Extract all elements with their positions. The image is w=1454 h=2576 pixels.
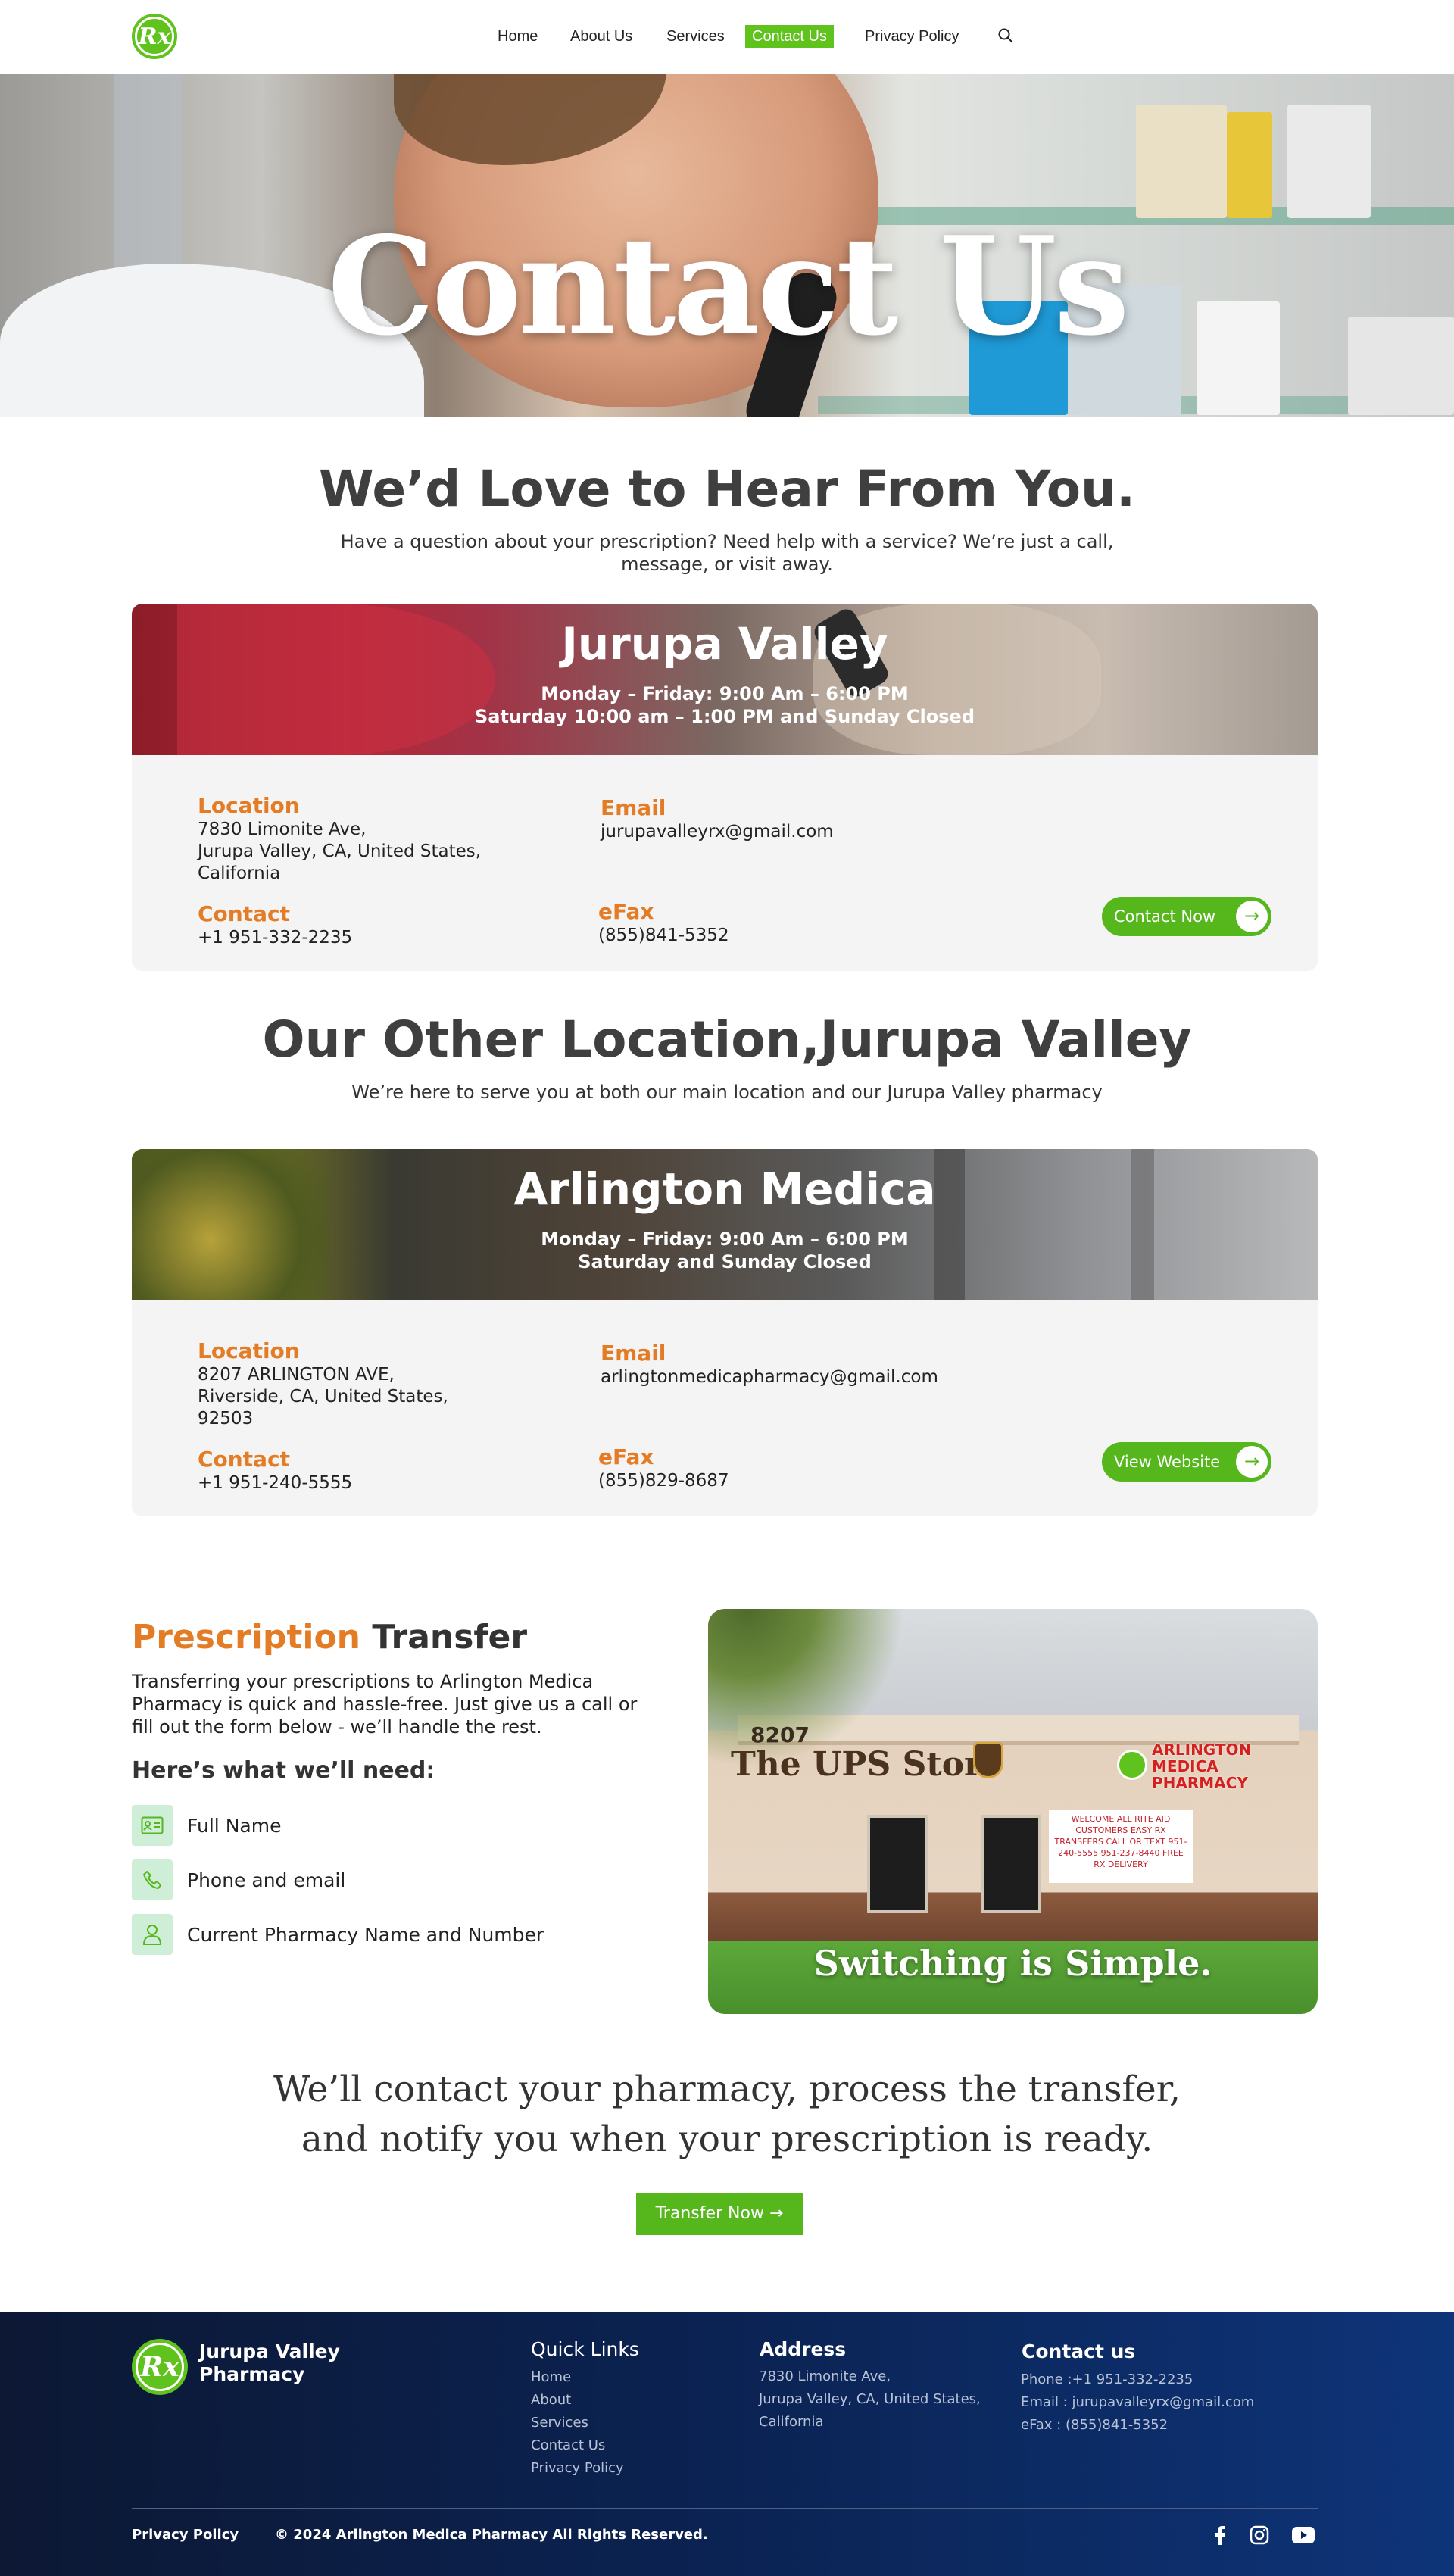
need-item: Full Name [187,1815,282,1837]
efax-value: (855)829-8687 [598,1471,729,1491]
location-hours-weekday: Monday – Friday: 9:00 Am – 6:00 PM [541,683,909,704]
hero-banner: Contact Us [0,74,1454,417]
arrow-right-icon: → [1236,901,1268,932]
location-name: Arlington Medica [513,1163,936,1215]
efax-label: eFax [598,1444,654,1469]
email-label: Email [601,1341,666,1366]
contact-now-button[interactable]: Contact Now → [1102,897,1271,936]
arrow-right-icon: → [1236,1446,1268,1478]
user-icon [132,1914,173,1955]
location-card-arlington-medica: Arlington Medica Monday – Friday: 9:00 A… [132,1149,1318,1516]
ups-logo [973,1742,1003,1778]
closing-text: We’ll contact your pharmacy, process the… [273,2069,1181,2160]
quick-links-heading: Quick Links [531,2338,639,2360]
view-website-button[interactable]: View Website → [1102,1442,1271,1482]
footer-link-privacy-policy[interactable]: Privacy Policy [531,2457,624,2480]
location-hours-weekday: Monday – Friday: 9:00 Am – 6:00 PM [541,1229,909,1250]
location-banner: Jurupa Valley Monday – Friday: 9:00 Am –… [132,604,1318,755]
footer-divider [132,2508,1318,2509]
address-line-2: Riverside, CA, United States, [198,1387,448,1407]
footer-link-services[interactable]: Services [531,2412,588,2434]
location-label: Location [198,1338,300,1363]
pharmacy-logo-icon [1117,1750,1147,1780]
transfer-text: Transferring your prescriptions to Arlin… [132,1671,638,1738]
footer-contact-phone[interactable]: Phone :+1 951-332-2235 [1021,2368,1193,2391]
contact-label: Contact [198,901,290,926]
need-item: Phone and email [187,1869,346,1891]
location-card-jurupa-valley: Jurupa Valley Monday – Friday: 9:00 Am –… [132,604,1318,971]
efax-value: (855)841-5352 [598,926,729,945]
footer-link-contact-us[interactable]: Contact Us [531,2434,605,2457]
instagram-icon[interactable] [1250,2525,1269,2545]
footer-contact-email[interactable]: Email : jurupavalleyrx@gmail.com [1021,2391,1254,2414]
footer-link-about[interactable]: About [531,2389,571,2412]
transfer-heading-rest: Transfer [360,1618,528,1656]
location-name: Jurupa Valley [561,618,888,670]
intro-text: Have a question about your prescription?… [340,531,1114,575]
youtube-icon[interactable] [1292,2527,1315,2543]
nav-about-us[interactable]: About Us [570,24,632,48]
location-hours-weekend: Saturday and Sunday Closed [578,1251,872,1272]
address-heading: Address [760,2338,847,2360]
intro-heading: We’d Love to Hear From You. [318,460,1136,518]
footer-logo-text: Rx [140,2351,179,2383]
store-image-caption: Switching is Simple. [813,1943,1212,1984]
location-banner: Arlington Medica Monday – Friday: 9:00 A… [132,1149,1318,1300]
main-nav: Home About Us Services Contact Us Privac… [0,24,1454,48]
hero-title: Contact Us [327,207,1129,365]
email-value[interactable]: arlingtonmedicapharmacy@gmail.com [601,1366,938,1388]
location-hours-weekend: Saturday 10:00 am – 1:00 PM and Sunday C… [474,706,975,727]
email-value[interactable]: jurupavalleyrx@gmail.com [601,821,834,843]
transfer-heading-highlight: Prescription [132,1618,361,1656]
contact-now-label: Contact Now [1114,907,1216,926]
footer-address-line: 7830 Limonite Ave, [759,2368,891,2384]
store-image: 8207 The UPS Store ARLINGTON MEDICA PHAR… [708,1609,1318,2014]
address-line-1: 8207 ARLINGTON AVE, [198,1365,395,1385]
efax-label: eFax [598,899,654,924]
needs-heading: Here’s what we’ll need: [132,1757,435,1784]
other-location-heading: Our Other Location,Jurupa Valley [262,1010,1192,1069]
contact-label: Contact [198,1447,290,1472]
footer-logo[interactable]: Rx [132,2339,188,2395]
store-sign-right: ARLINGTON MEDICA PHARMACY [1152,1741,1252,1792]
footer-copyright: © 2024 Arlington Medica Pharmacy All Rig… [275,2527,708,2543]
phone-icon [132,1859,173,1900]
store-number: 8207 [750,1722,810,1747]
nav-home[interactable]: Home [498,24,538,48]
other-location-text: We’re here to serve you at both our main… [351,1082,1103,1103]
need-item: Current Pharmacy Name and Number [187,1924,544,1946]
footer-address-line: California [759,2414,824,2430]
view-website-label: View Website [1114,1453,1221,1471]
site-footer: Rx Jurupa Valley Pharmacy Quick Links Ho… [0,2312,1454,2576]
nav-privacy-policy[interactable]: Privacy Policy [865,24,959,48]
email-label: Email [601,795,666,820]
transfer-now-button[interactable]: Transfer Now → [636,2193,803,2235]
store-banner: WELCOME ALL RITE AID CUSTOMERS EASY RX T… [1049,1810,1193,1883]
transfer-heading: Prescription Transfer [132,1616,527,1659]
address-line-3: 92503 [198,1409,254,1429]
facebook-icon[interactable] [1212,2525,1228,2545]
address-line-2: Jurupa Valley, CA, United States, [198,841,482,861]
store-sign-left: The UPS Store [731,1745,1003,1784]
id-card-icon [132,1805,173,1846]
footer-privacy-policy[interactable]: Privacy Policy [132,2524,239,2546]
footer-link-home[interactable]: Home [531,2366,571,2389]
footer-contact-efax: eFax : (855)841-5352 [1021,2417,1169,2433]
nav-contact-us[interactable]: Contact Us [745,25,834,48]
location-label: Location [198,793,300,818]
search-icon[interactable] [997,27,1014,52]
phone-value[interactable]: +1 951-240-5555 [198,1472,352,1494]
site-header: Rx Home About Us Services Contact Us Pri… [0,0,1454,74]
phone-value[interactable]: +1 951-332-2235 [198,927,352,949]
footer-address-line: Jurupa Valley, CA, United States, [759,2391,981,2407]
footer-brand-line-2: Pharmacy [199,2363,305,2385]
address-line-1: 7830 Limonite Ave, [198,820,367,839]
footer-brand-line-1: Jurupa Valley [199,2340,340,2362]
address-line-3: California [198,863,281,883]
nav-services[interactable]: Services [666,24,725,48]
contact-us-heading: Contact us [1022,2340,1136,2362]
